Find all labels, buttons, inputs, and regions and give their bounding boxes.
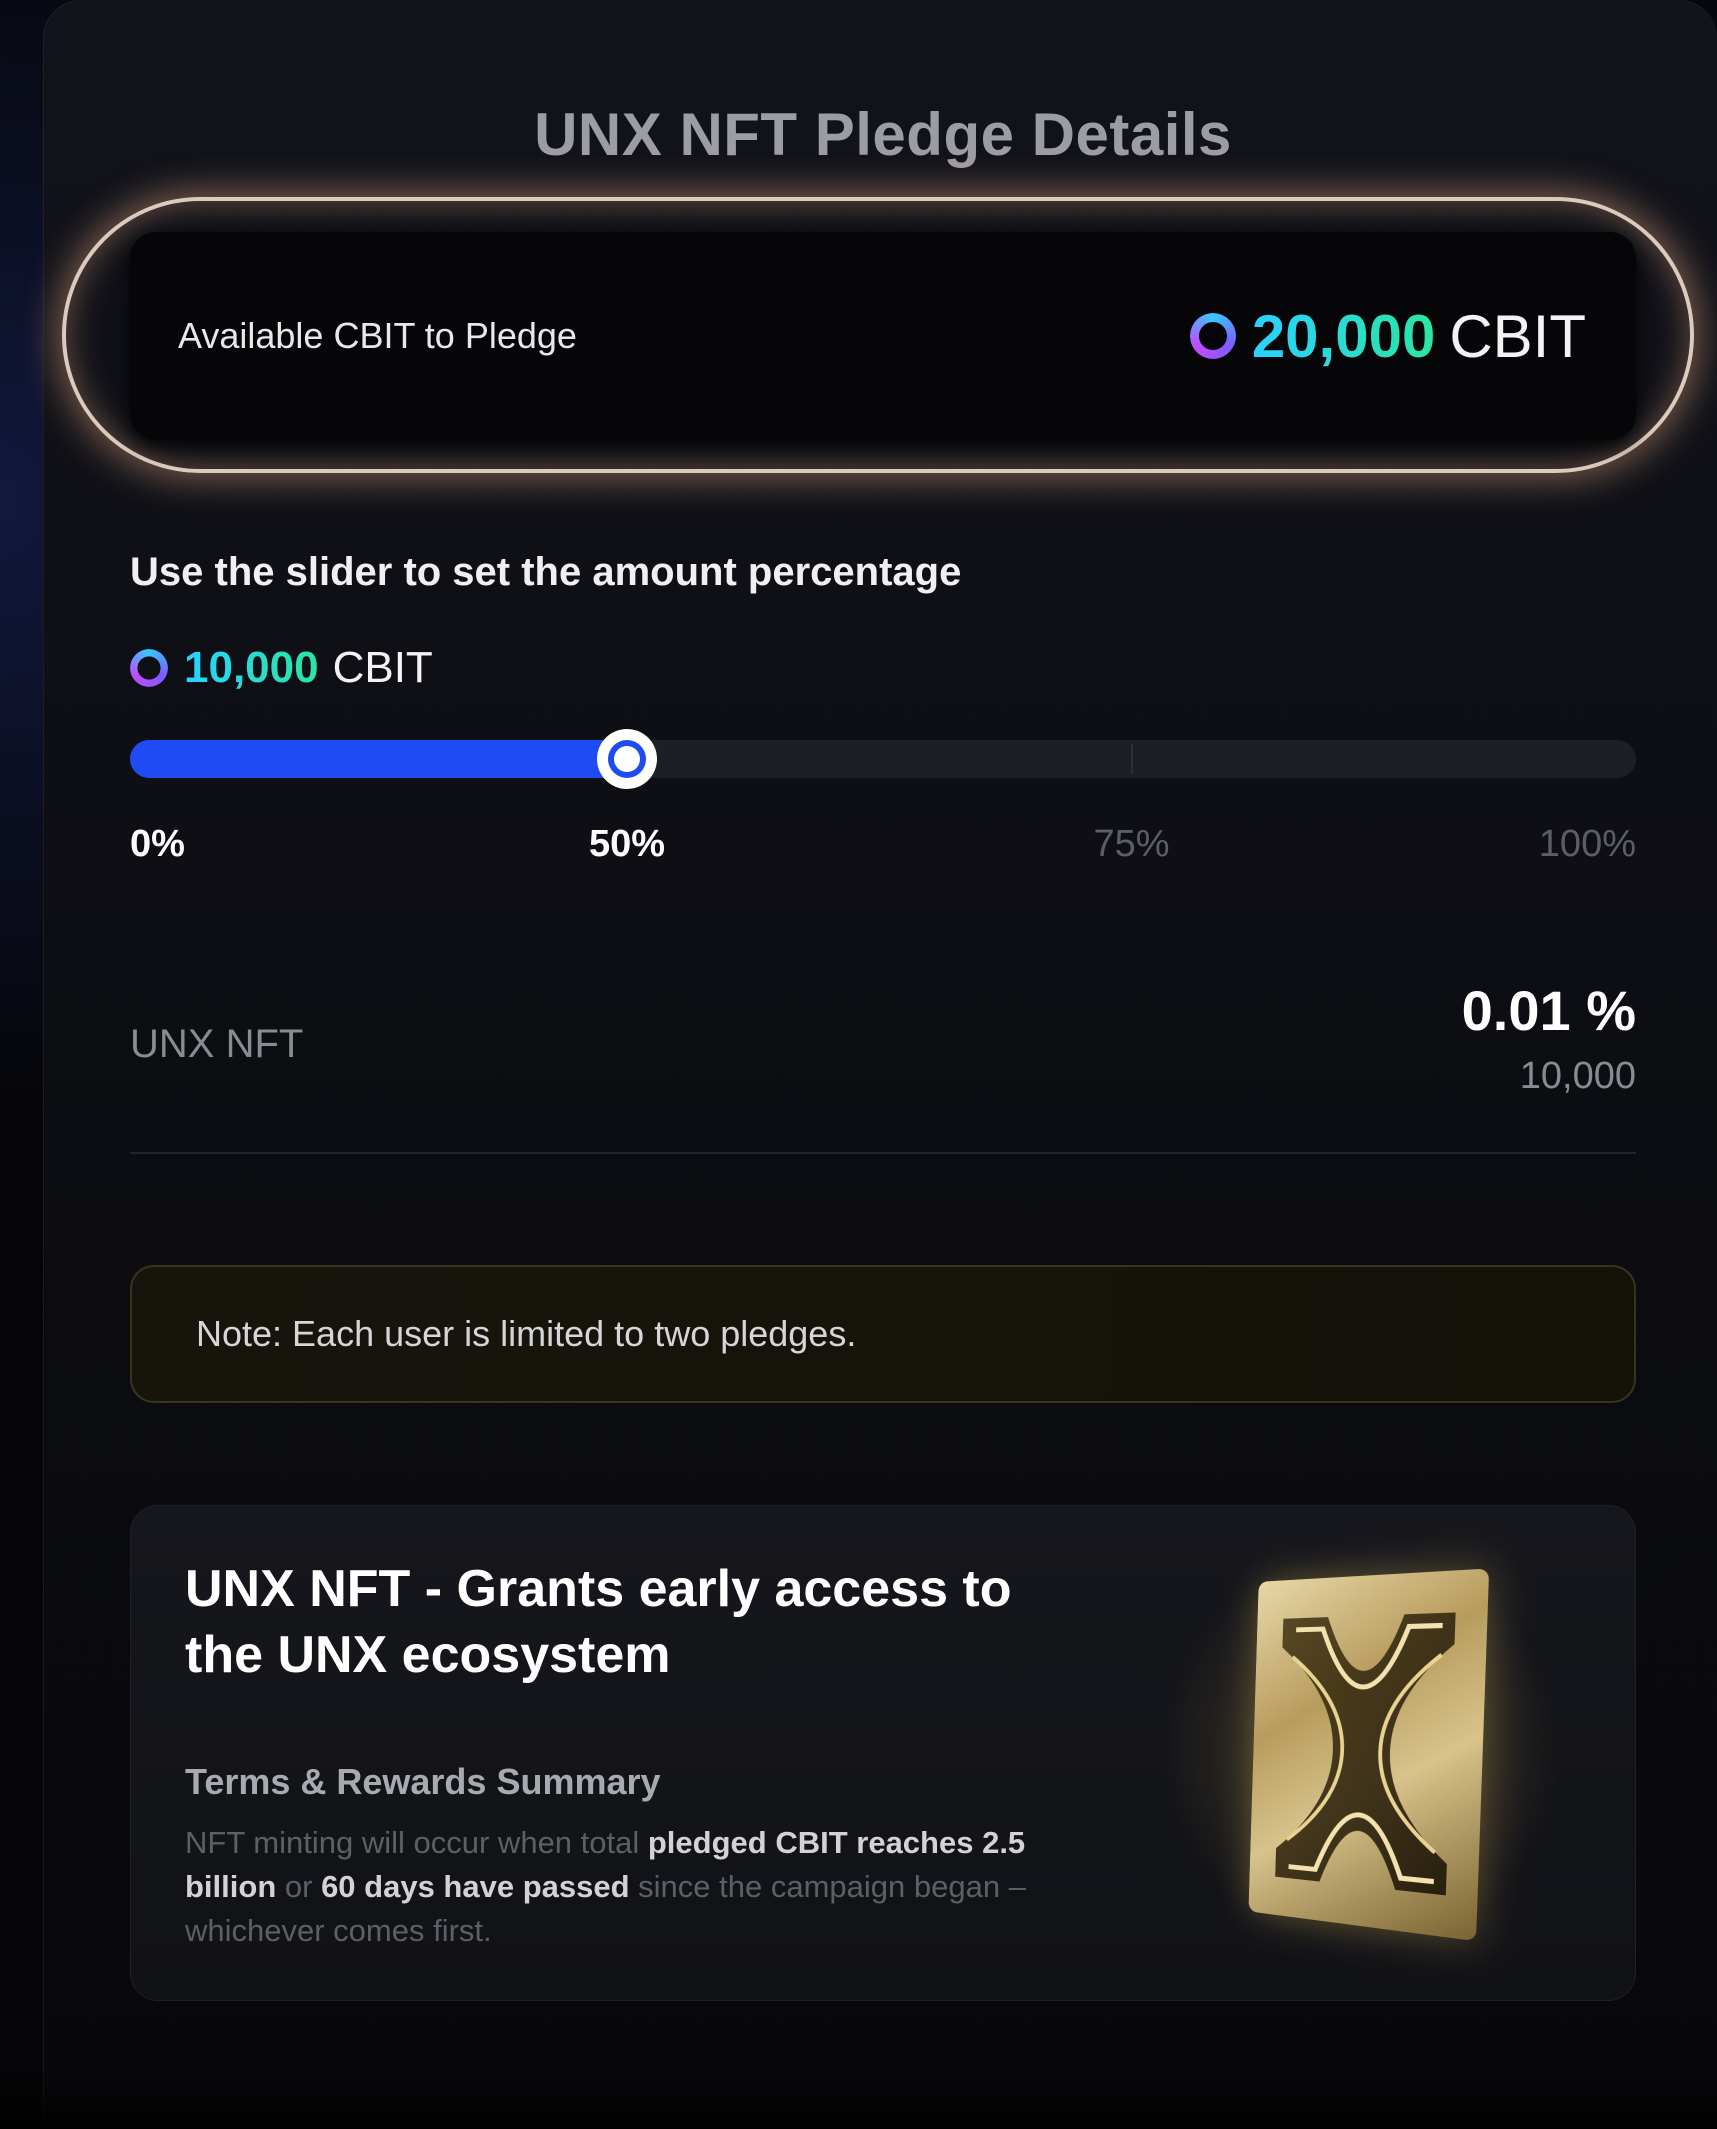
available-cbit-panel: Available CBIT to Pledge 20,000 CBIT (130, 232, 1636, 440)
page: UNX NFT Pledge Details Available CBIT to… (0, 0, 1717, 2129)
nft-promo-card: UNX NFT - Grants early access to the UNX… (130, 1505, 1636, 2001)
unx-x-logo-icon (1248, 1568, 1489, 1896)
unx-nft-card-icon (1151, 1526, 1571, 1976)
promo-title: UNX NFT - Grants early access to the UNX… (185, 1560, 1012, 1684)
slider-fill (130, 740, 646, 778)
promo-description: NFT minting will occur when total pledge… (185, 1821, 1125, 1953)
available-cbit-unit: CBIT (1449, 302, 1586, 370)
slider-thumb-core (613, 746, 640, 772)
slider-thumb[interactable] (596, 729, 657, 789)
nft-percent: 0.01 % (1461, 979, 1636, 1042)
promo-desc-bold: 60 days have passed (321, 1869, 630, 1904)
promo-desc-part: or (276, 1869, 322, 1904)
nft-label: UNX NFT (130, 1022, 304, 1066)
available-cbit-amount: 20,000 CBIT (1189, 302, 1586, 371)
nft-card-image (1248, 1568, 1490, 1942)
slider-mark-50[interactable]: 50% (589, 823, 665, 866)
slider-tick-75 (1131, 744, 1134, 774)
promo-desc-part: NFT minting will occur when total (185, 1825, 648, 1860)
page-title: UNX NFT Pledge Details (534, 101, 1232, 168)
slider-hint: Use the slider to set the amount percent… (130, 550, 962, 594)
available-cbit-value: 20,000 (1251, 302, 1436, 370)
slider-mark-0[interactable]: 0% (130, 823, 185, 866)
pledge-percentage-slider[interactable] (130, 729, 1636, 789)
cbit-coin-icon (1189, 313, 1236, 359)
divider (130, 1152, 1636, 1154)
selected-amount-value: 10,000 (184, 643, 319, 692)
bottom-fade (0, 2070, 1717, 2129)
nft-count: 10,000 (1519, 1055, 1636, 1097)
available-cbit-label: Available CBIT to Pledge (178, 315, 577, 356)
cbit-coin-icon (130, 649, 168, 687)
pledge-limit-note: Note: Each user is limited to two pledge… (130, 1265, 1636, 1403)
selected-amount: 10,000 CBIT (130, 643, 433, 693)
selected-amount-unit: CBIT (332, 643, 433, 692)
promo-subtitle: Terms & Rewards Summary (185, 1761, 661, 1802)
slider-mark-100[interactable]: 100% (1539, 823, 1636, 866)
slider-mark-75[interactable]: 75% (1093, 823, 1169, 866)
